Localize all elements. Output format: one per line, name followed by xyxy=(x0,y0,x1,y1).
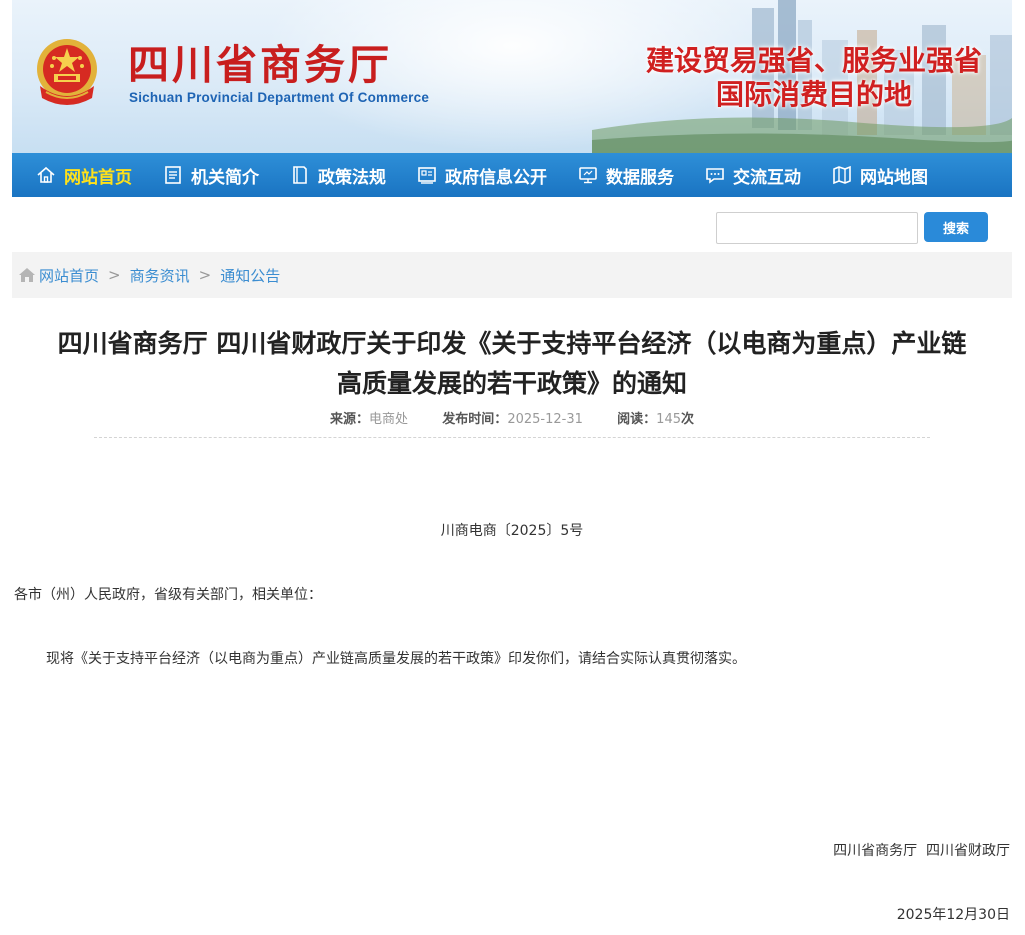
search-input[interactable] xyxy=(716,212,918,244)
national-emblem-icon xyxy=(37,39,97,105)
nav-item-data-service[interactable]: 数据服务 xyxy=(578,163,674,188)
title-divider xyxy=(94,437,930,438)
document-number: 川商电商〔2025〕5号 xyxy=(440,523,584,539)
article-signature: 四川省商务厅 四川省财政厅 xyxy=(833,840,1010,860)
breadcrumb-link-notices[interactable]: 通知公告 xyxy=(220,265,280,286)
breadcrumb-link-news[interactable]: 商务资讯 xyxy=(130,265,190,286)
views-label: 阅读： xyxy=(617,412,657,427)
monitor-icon xyxy=(579,167,597,184)
views-value: 145 xyxy=(656,412,681,427)
article-addressee: 各市（州）人民政府，省级有关部门，相关单位： xyxy=(14,587,322,603)
views-unit: 次 xyxy=(681,412,695,427)
breadcrumb-separator: > xyxy=(198,266,212,284)
info-panel-icon xyxy=(418,167,436,184)
map-icon xyxy=(833,165,851,185)
article-meta: 来源：电商处 发布时间：2025-12-31 阅读：145次 xyxy=(12,408,1012,427)
signature-text: 四川省商务厅 四川省财政厅 xyxy=(833,843,1010,859)
article-body-paragraph: 现将《关于支持平台经济（以电商为重点）产业链高质量发展的若干政策》印发你们，请结… xyxy=(46,651,746,667)
publish-date-value: 2025-12-31 xyxy=(507,412,583,427)
header-slogan: 建设贸易强省、服务业强省 国际消费目的地 xyxy=(646,44,982,112)
nav-item-label: 数据服务 xyxy=(606,167,674,188)
nav-item-interaction[interactable]: 交流互动 xyxy=(705,163,801,188)
nav-item-policies[interactable]: 政策法规 xyxy=(290,163,386,188)
nav-item-home[interactable]: 网站首页 xyxy=(36,163,132,188)
nav-item-gov-info[interactable]: 政府信息公开 xyxy=(417,163,547,188)
source-label: 来源： xyxy=(329,412,369,427)
search-button[interactable]: 搜索 xyxy=(924,212,988,242)
article-title: 四川省商务厅 四川省财政厅关于印发《关于支持平台经济（以电商为重点）产业链 高质… xyxy=(12,324,1012,404)
home-icon xyxy=(19,268,35,282)
nav-item-label: 网站地图 xyxy=(860,167,928,188)
document-list-icon xyxy=(165,166,181,184)
source-value: 电商处 xyxy=(369,412,409,427)
breadcrumb-separator: > xyxy=(108,266,121,284)
nav-item-label: 网站首页 xyxy=(64,167,132,188)
main-navigation: 网站首页 机关简介 政策法规 政府信息公开 数据服务 交流互动 网站地图 xyxy=(12,153,1012,197)
slogan-line-2: 国际消费目的地 xyxy=(715,78,912,111)
site-subtitle: Sichuan Provincial Department Of Commerc… xyxy=(129,90,430,105)
publish-date-label: 发布时间： xyxy=(442,412,508,427)
article-title-line-2: 高质量发展的若干政策》的通知 xyxy=(336,369,687,398)
nav-item-about[interactable]: 机关简介 xyxy=(163,163,259,188)
header-banner: 四川省商务厅 Sichuan Provincial Department Of … xyxy=(12,0,1012,153)
nav-item-label: 政府信息公开 xyxy=(445,167,547,188)
breadcrumb: 网站首页 > 商务资讯 > 通知公告 xyxy=(12,252,1012,298)
home-icon xyxy=(37,166,55,183)
chat-icon xyxy=(706,168,724,184)
nav-item-label: 政策法规 xyxy=(318,167,386,188)
article-title-line-1: 四川省商务厅 四川省财政厅关于印发《关于支持平台经济（以电商为重点）产业链 xyxy=(57,329,967,358)
nav-item-label: 交流互动 xyxy=(733,167,801,188)
book-icon xyxy=(293,166,307,184)
nav-item-label: 机关简介 xyxy=(191,167,259,188)
article-signature-date: 2025年12月30日 xyxy=(896,907,1010,923)
slogan-line-1: 建设贸易强省、服务业强省 xyxy=(645,44,982,77)
nav-item-sitemap[interactable]: 网站地图 xyxy=(832,163,928,188)
site-title: 四川省商务厅 xyxy=(128,41,392,89)
breadcrumb-link-home[interactable]: 网站首页 xyxy=(39,265,99,286)
